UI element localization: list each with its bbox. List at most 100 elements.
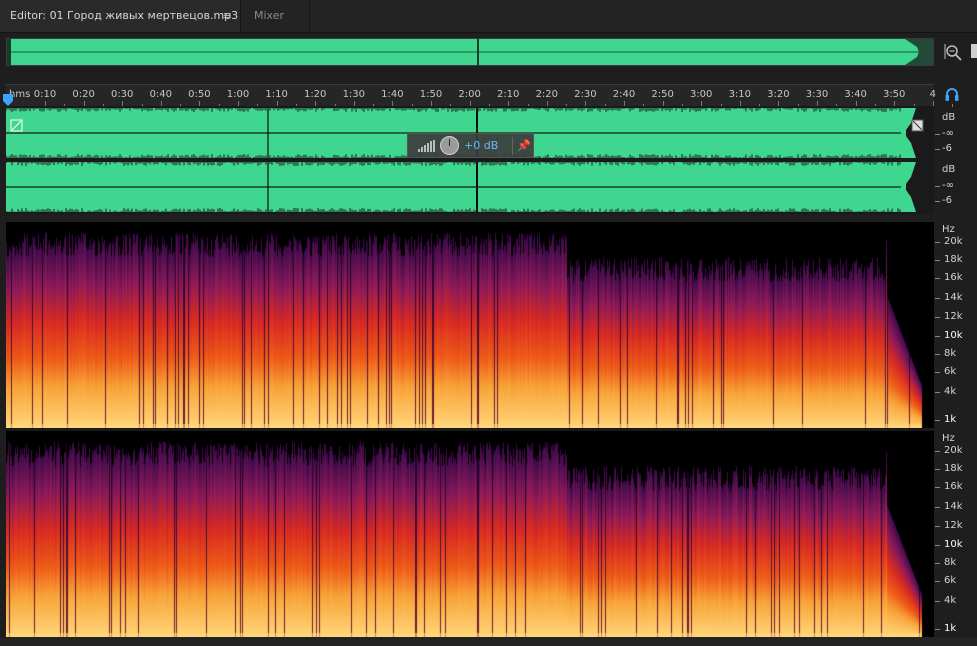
frequency-tick bbox=[935, 336, 940, 337]
ruler-tick-label: 2:00 bbox=[458, 89, 481, 100]
frequency-tick bbox=[935, 451, 940, 452]
tab-editor[interactable]: Editor: 01 Город живых мертвецов.mp3 ≡ bbox=[0, 0, 240, 32]
frequency-tick bbox=[935, 278, 940, 279]
ruler-tick-label: 2:30 bbox=[574, 89, 597, 100]
ruler-tick-label: 3:10 bbox=[728, 89, 752, 100]
hud-divider bbox=[512, 137, 513, 155]
frequency-label: 8k bbox=[944, 348, 957, 359]
frequency-tick bbox=[935, 545, 940, 546]
frequency-label: 1k bbox=[944, 623, 957, 634]
frequency-label: 20k bbox=[944, 236, 963, 247]
ruler-tick-label: 3:50 bbox=[882, 89, 906, 100]
overview-waveform bbox=[7, 39, 933, 65]
frequency-label: 10k bbox=[944, 539, 963, 550]
bottom-scroll-area[interactable] bbox=[0, 637, 977, 646]
ruler-tick-label: 2:20 bbox=[535, 89, 559, 100]
amp-top-minus6-label: -6 bbox=[942, 143, 952, 154]
frequency-label: 1k bbox=[944, 414, 957, 425]
frequency-scale-right: Hz 20k 18k 16k 14k 12k 10k 8k 6k 4k 1k bbox=[934, 431, 977, 637]
spectral-view-left[interactable] bbox=[6, 222, 934, 428]
amp-top-db-label: dB bbox=[942, 112, 956, 123]
frequency-scale-left: Hz 20k 18k 16k 14k 12k 10k 8k 6k 4k 1k bbox=[934, 222, 977, 428]
ruler-tick-label: 1:00 bbox=[226, 89, 250, 100]
ruler-tick-label: 0:10 bbox=[33, 89, 57, 100]
frequency-label: 14k bbox=[944, 292, 963, 303]
level-meter-icon bbox=[418, 140, 435, 152]
ruler-tick-label: 1:50 bbox=[419, 89, 443, 100]
ruler-tick-label: 3:20 bbox=[767, 89, 790, 100]
amp-bottom-minus6-label: -6 bbox=[942, 195, 952, 206]
frequency-unit-label: Hz bbox=[942, 433, 955, 444]
frequency-label: 12k bbox=[944, 311, 963, 322]
frequency-label: 16k bbox=[944, 481, 963, 492]
ruler-tick-label: 1:30 bbox=[342, 89, 366, 100]
frequency-tick bbox=[935, 372, 940, 373]
amp-top-inf-label: -∞ bbox=[942, 128, 954, 139]
ruler-tick-label: 2:50 bbox=[651, 89, 674, 100]
frequency-tick bbox=[935, 317, 940, 318]
ruler-tick-label: 1:40 bbox=[381, 89, 404, 100]
frequency-tick bbox=[935, 487, 940, 488]
ruler-tick-label: 1:10 bbox=[265, 89, 288, 100]
gain-hud[interactable]: +0 dB 📌 bbox=[407, 133, 534, 158]
spectral-view-right[interactable] bbox=[6, 431, 934, 637]
tab-mixer[interactable]: Mixer bbox=[240, 0, 310, 32]
frequency-label: 6k bbox=[944, 575, 957, 586]
frequency-tick bbox=[935, 354, 940, 355]
frequency-label: 4k bbox=[944, 595, 957, 606]
frequency-label: 4k bbox=[944, 386, 957, 397]
ruler-tick-label: 3:40 bbox=[844, 89, 867, 100]
frequency-unit-label: Hz bbox=[942, 224, 955, 235]
frequency-tick bbox=[935, 601, 940, 602]
frequency-tick bbox=[935, 260, 940, 261]
ruler-tick-label: 0:20 bbox=[72, 89, 95, 100]
amplitude-scale: dB -∞ -6 dB -∞ -6 bbox=[934, 106, 977, 216]
frequency-tick bbox=[935, 581, 940, 582]
amp-bottom-inf-label: -∞ bbox=[942, 180, 954, 191]
amp-bottom-db-label: dB bbox=[942, 164, 956, 175]
ruler-tick-label: 0:50 bbox=[188, 89, 211, 100]
waveform-display[interactable] bbox=[6, 106, 934, 216]
ruler-tick-label: 3:30 bbox=[805, 89, 829, 100]
ruler-tick-label: 1:20 bbox=[303, 89, 327, 100]
pin-icon[interactable]: 📌 bbox=[517, 138, 531, 154]
ruler-tick-label: 2:40 bbox=[612, 89, 636, 100]
ruler-tick-label: 4 bbox=[929, 89, 936, 100]
ruler-tick-label: 3:00 bbox=[689, 89, 713, 100]
frequency-tick bbox=[935, 298, 940, 299]
view-divider[interactable] bbox=[6, 214, 934, 220]
frequency-label: 14k bbox=[944, 501, 963, 512]
ruler-tick-label: 2:10 bbox=[496, 89, 520, 100]
frequency-label: 18k bbox=[944, 463, 963, 474]
frequency-tick bbox=[935, 507, 940, 508]
frequency-label: 16k bbox=[944, 272, 963, 283]
frequency-tick bbox=[935, 392, 940, 393]
waveform-channels bbox=[6, 108, 924, 212]
frequency-tick bbox=[935, 563, 940, 564]
time-ruler[interactable]: hms 0:10 0:20 0:30 0:40 0:50 1:00 1:10 1:20 1:30… bbox=[6, 84, 954, 107]
frequency-label: 6k bbox=[944, 366, 957, 377]
spectral-canvas-right bbox=[6, 431, 934, 637]
frequency-label: 8k bbox=[944, 557, 957, 568]
frequency-tick bbox=[935, 420, 940, 421]
tab-mixer-label: Mixer bbox=[254, 9, 285, 22]
tab-bar: Editor: 01 Город живых мертвецов.mp3 ≡ M… bbox=[0, 0, 977, 33]
frequency-tick bbox=[935, 629, 940, 630]
zoom-in-vertical-icon[interactable] bbox=[944, 42, 964, 62]
frequency-label: 18k bbox=[944, 254, 963, 265]
overview-navigator[interactable] bbox=[6, 38, 934, 66]
tab-editor-label: Editor: 01 Город живых мертвецов.mp3 bbox=[10, 9, 239, 22]
playhead-marker-icon[interactable] bbox=[3, 94, 13, 106]
headphones-icon[interactable] bbox=[944, 86, 960, 102]
panel-menu-icon[interactable]: ≡ bbox=[223, 0, 232, 32]
frequency-label: 20k bbox=[944, 445, 963, 456]
panel-edge-icon bbox=[971, 44, 977, 58]
gain-knob-icon[interactable] bbox=[440, 136, 459, 155]
frequency-tick bbox=[935, 242, 940, 243]
spectral-canvas-left bbox=[6, 222, 934, 428]
ruler-tick-label: 0:40 bbox=[149, 89, 173, 100]
frequency-label: 12k bbox=[944, 520, 963, 531]
frequency-tick bbox=[935, 469, 940, 470]
gain-value[interactable]: +0 dB bbox=[464, 139, 498, 152]
frequency-label: 10k bbox=[944, 330, 963, 341]
